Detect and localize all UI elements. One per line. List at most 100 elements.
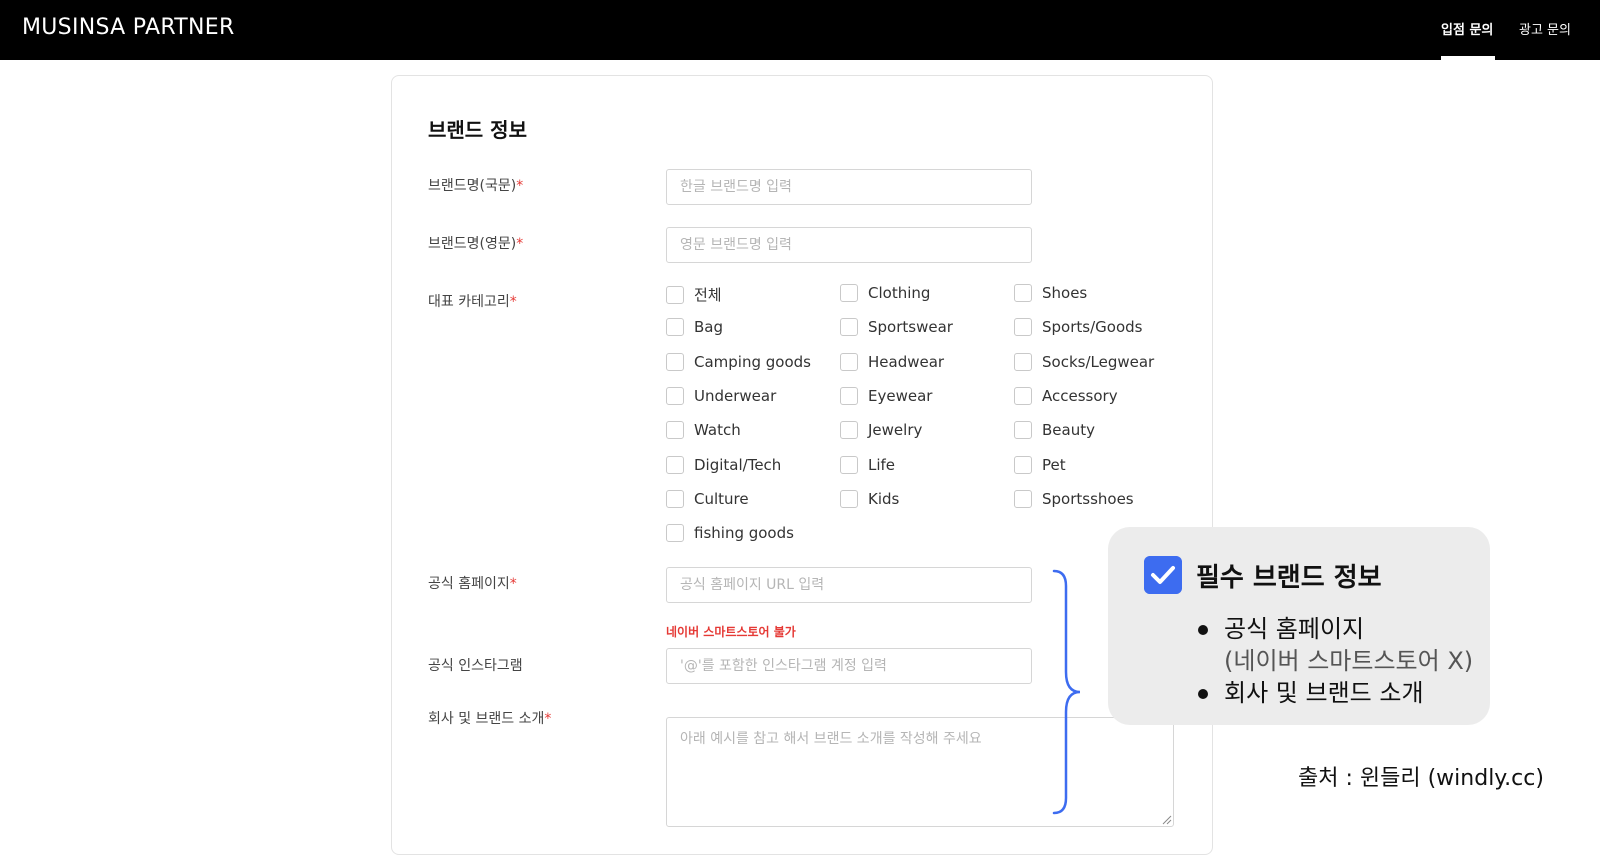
- category-checkbox-item[interactable]: Accessory: [1014, 386, 1118, 405]
- checkbox-icon[interactable]: [840, 352, 858, 371]
- checkbox-icon[interactable]: [1014, 386, 1032, 405]
- intro-textarea[interactable]: [666, 717, 1174, 827]
- category-checkbox-item[interactable]: Eyewear: [840, 386, 933, 405]
- curly-brace-annotation-icon: [1052, 569, 1081, 815]
- category-checkbox-label: Sports/Goods: [1042, 318, 1143, 337]
- checkbox-icon[interactable]: [840, 284, 858, 302]
- required-mark: *: [509, 576, 517, 592]
- category-checkbox-label: Headwear: [868, 352, 945, 371]
- category-checkbox-item[interactable]: Kids: [840, 489, 899, 508]
- category-checkbox-item[interactable]: Socks/Legwear: [1014, 352, 1155, 371]
- callout-item: 회사 및 브랜드 소개: [1198, 677, 1473, 709]
- nav-tab-ad-inquiry[interactable]: 광고 문의: [1519, 19, 1571, 38]
- brand-name-en-label: 브랜드명(영문)*: [428, 233, 523, 253]
- category-checkbox-label: 전체: [694, 286, 722, 304]
- category-checkbox-item[interactable]: Sports/Goods: [1014, 318, 1143, 337]
- category-checkbox-label: Socks/Legwear: [1042, 352, 1155, 371]
- checkbox-icon[interactable]: [666, 489, 684, 508]
- section-title: 브랜드 정보: [428, 118, 527, 142]
- checkbox-icon[interactable]: [666, 524, 684, 543]
- checkmark-icon: [1144, 556, 1182, 594]
- required-mark: *: [516, 236, 524, 252]
- homepage-warning: 네이버 스마트스토어 불가: [666, 625, 796, 639]
- category-checkbox-label: Life: [868, 455, 896, 474]
- checkbox-icon[interactable]: [666, 455, 684, 474]
- brand-name-kr-label: 브랜드명(국문)*: [428, 175, 523, 195]
- category-checkbox-item[interactable]: Digital/Tech: [666, 455, 782, 474]
- bullet-dot-icon: [1198, 625, 1208, 635]
- checkbox-icon[interactable]: [840, 421, 858, 440]
- checkbox-icon[interactable]: [666, 318, 684, 337]
- checkbox-icon[interactable]: [666, 386, 684, 405]
- checkbox-icon[interactable]: [1014, 284, 1032, 302]
- brand-name-kr-input[interactable]: [666, 169, 1032, 205]
- category-checkbox-item[interactable]: Life: [840, 455, 896, 474]
- category-checkbox-label: Clothing: [868, 284, 931, 302]
- category-checkbox-label: Shoes: [1042, 284, 1088, 302]
- category-checkbox-item[interactable]: Pet: [1014, 455, 1066, 474]
- label-text: 공식 홈페이지: [428, 576, 510, 592]
- bullet-dot-icon: [1198, 689, 1208, 699]
- checkbox-icon[interactable]: [666, 352, 684, 371]
- category-checkbox-item[interactable]: Sportswear: [840, 318, 953, 337]
- nav-tab-store-inquiry[interactable]: 입점 문의: [1441, 19, 1493, 38]
- category-checkbox-label: Jewelry: [868, 421, 923, 440]
- category-checkbox-item[interactable]: Camping goods: [666, 352, 811, 371]
- category-checkbox-item[interactable]: Watch: [666, 421, 741, 440]
- checkbox-icon[interactable]: [840, 489, 858, 508]
- callout-item-note: (네이버 스마트스토어 X): [1224, 647, 1474, 675]
- checkbox-icon[interactable]: [840, 455, 858, 474]
- label-text: 공식 인스타그램: [428, 658, 523, 674]
- category-checkbox-item[interactable]: Jewelry: [840, 421, 923, 440]
- checkbox-icon[interactable]: [666, 285, 684, 304]
- category-checkbox-label: Sportsshoes: [1042, 489, 1134, 508]
- checkbox-icon[interactable]: [840, 318, 858, 337]
- intro-label: 회사 및 브랜드 소개*: [428, 708, 551, 728]
- category-checkbox-label: Digital/Tech: [694, 455, 782, 474]
- brand-logo[interactable]: MUSINSA PARTNER: [22, 15, 235, 40]
- category-checkbox-label: Sportswear: [868, 318, 953, 337]
- checkbox-icon[interactable]: [1014, 352, 1032, 371]
- brand-name-en-input[interactable]: [666, 227, 1032, 263]
- homepage-input[interactable]: [666, 567, 1032, 603]
- label-text: 브랜드명(영문): [428, 236, 517, 252]
- active-tab-indicator: [1441, 56, 1495, 60]
- brand-info-card: 브랜드 정보 브랜드명(국문)* 브랜드명(영문)* 대표 카테고리* 전체Cl…: [391, 75, 1213, 855]
- category-checkbox-item[interactable]: Beauty: [1014, 421, 1095, 440]
- resize-grip-icon[interactable]: [1162, 815, 1172, 825]
- category-checkbox-item[interactable]: Underwear: [666, 386, 776, 405]
- category-checkbox-item[interactable]: Sportsshoes: [1014, 489, 1134, 508]
- category-checkbox-item[interactable]: Shoes: [1014, 284, 1087, 302]
- category-checkbox-label: Pet: [1042, 455, 1066, 474]
- category-checkbox-item[interactable]: Headwear: [840, 352, 945, 371]
- checkbox-icon[interactable]: [1014, 421, 1032, 440]
- callout-title: 필수 브랜드 정보: [1196, 563, 1382, 593]
- checkbox-icon[interactable]: [1014, 455, 1032, 474]
- required-mark: *: [509, 294, 517, 310]
- category-checkbox-label: Accessory: [1042, 386, 1118, 405]
- category-checkbox-item[interactable]: fishing goods: [666, 524, 794, 543]
- category-checkbox-label: Bag: [694, 318, 724, 337]
- label-text: 브랜드명(국문): [428, 178, 517, 194]
- category-checkbox-item[interactable]: Clothing: [840, 284, 930, 302]
- instagram-input[interactable]: [666, 648, 1032, 684]
- checkbox-icon[interactable]: [1014, 318, 1032, 337]
- homepage-label: 공식 홈페이지*: [428, 573, 517, 593]
- checkbox-icon[interactable]: [1014, 489, 1032, 508]
- checkbox-icon[interactable]: [840, 386, 858, 405]
- category-checkbox-label: Eyewear: [868, 386, 933, 405]
- checkbox-icon[interactable]: [666, 421, 684, 440]
- instagram-label: 공식 인스타그램: [428, 655, 523, 675]
- category-checkbox-item[interactable]: Culture: [666, 489, 749, 508]
- required-mark: *: [544, 711, 552, 727]
- category-checkbox-item[interactable]: 전체: [666, 284, 722, 305]
- callout-item-text: 공식 홈페이지: [1224, 615, 1365, 643]
- category-checkbox-label: Camping goods: [694, 352, 811, 371]
- category-checkbox-item[interactable]: Bag: [666, 318, 724, 337]
- callout-list: 공식 홈페이지 (네이버 스마트스토어 X) 회사 및 브랜드 소개: [1198, 613, 1473, 709]
- category-checkbox-label: fishing goods: [694, 524, 794, 543]
- category-checkbox-label: Beauty: [1042, 421, 1095, 440]
- required-info-callout: 필수 브랜드 정보 공식 홈페이지 (네이버 스마트스토어 X) 회사 및 브랜…: [1108, 527, 1490, 725]
- callout-item: 공식 홈페이지: [1198, 613, 1473, 645]
- category-checkbox-label: Watch: [694, 421, 741, 440]
